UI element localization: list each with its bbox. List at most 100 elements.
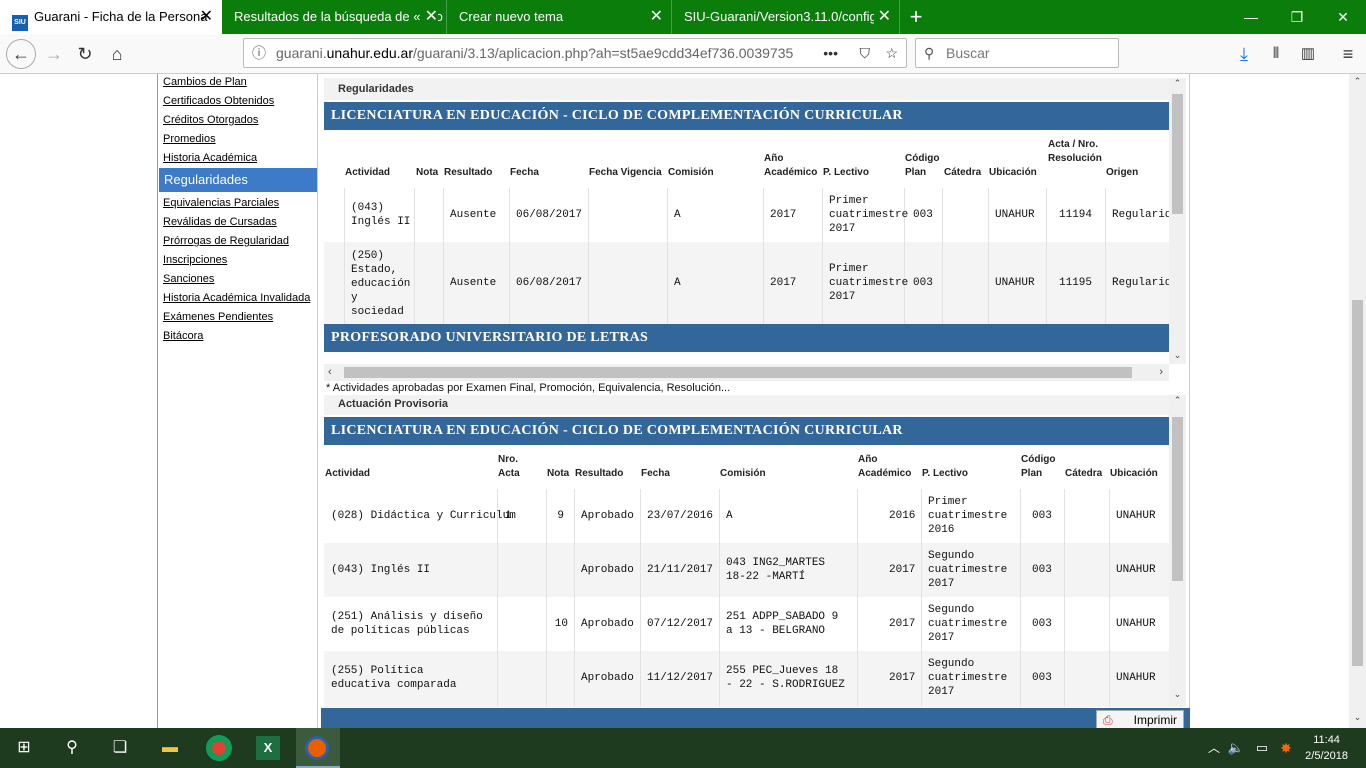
scrollbar-thumb[interactable] (1172, 417, 1183, 581)
scroll-up-icon[interactable]: ⌃ (1169, 395, 1186, 406)
tray-chevron-icon[interactable]: ︿ (1202, 736, 1226, 760)
cell-plan: 003 (1032, 672, 1052, 684)
reload-icon[interactable]: ↻ (71, 40, 99, 68)
cell-origen: Regularidad (1112, 277, 1169, 289)
volume-icon[interactable]: 🔈 (1224, 736, 1248, 760)
sidebar-item-creditos[interactable]: Créditos Otorgados (163, 114, 258, 126)
forward-arrow-icon[interactable]: → (40, 40, 68, 68)
cell-lectivo: Primer cuatrimestre 2017 (829, 263, 909, 303)
sidebar-item-revalidas[interactable]: Reválidas de Cursadas (163, 216, 277, 228)
excel-icon[interactable]: X (256, 736, 280, 760)
back-arrow-icon[interactable]: ← (6, 39, 36, 69)
network-icon[interactable]: ▭ (1250, 736, 1274, 760)
cell-anio: 2017 (889, 618, 916, 630)
regularidades-vscrollbar[interactable]: ⌃ ⌄ (1169, 78, 1186, 364)
col-catedra: Cátedra (1065, 468, 1103, 479)
print-button[interactable]: ⎙ Imprimir (1096, 710, 1184, 728)
col-resultado: Resultado (444, 167, 493, 178)
cell-lectivo: Segundo cuatrimestre 2017 (928, 550, 1008, 590)
page-actions-icon[interactable]: ••• (819, 39, 842, 67)
page-content: Cambios de Plan Certificados Obtenidos C… (0, 74, 1366, 728)
sidebar-item-historia[interactable]: Historia Académica (163, 152, 257, 164)
cell-fecha: 06/08/2017 (516, 209, 583, 221)
scroll-down-icon[interactable]: ⌄ (1169, 350, 1186, 361)
search-input[interactable]: ⚲ Buscar (915, 38, 1119, 68)
scroll-left-icon[interactable]: ‹ (328, 366, 332, 378)
col-origen: Origen (1106, 167, 1139, 178)
sidebar-item-equivalencias[interactable]: Equivalencias Parciales (163, 197, 279, 209)
window-close-icon[interactable]: ✕ (1320, 0, 1366, 34)
firefox-task[interactable] (296, 728, 340, 768)
provisoria-vscrollbar[interactable]: ⌃ ⌄ (1169, 395, 1186, 707)
sidebar-item-certificados[interactable]: Certificados Obtenidos (163, 95, 274, 107)
scroll-down-icon[interactable]: ⌄ (1349, 712, 1366, 723)
info-icon[interactable]: ⓘ (252, 39, 266, 67)
cell-plan: 003 (1032, 564, 1052, 576)
menu-icon[interactable]: ≡ (1334, 40, 1362, 68)
scroll-up-icon[interactable]: ⌃ (1349, 76, 1366, 87)
provisoria-table: LICENCIATURA EN EDUCACIÓN - CICLO DE COM… (324, 417, 1169, 707)
regularidades-table: LICENCIATURA EN EDUCACIÓN - CICLO DE COM… (324, 102, 1169, 364)
col-plan: Código Plan (905, 153, 940, 178)
clock[interactable]: 11:44 2/5/2018 (1305, 732, 1348, 764)
close-icon[interactable]: ✕ (650, 0, 663, 34)
scroll-up-icon[interactable]: ⌃ (1169, 78, 1186, 89)
sidebar-item-historia-invalidada[interactable]: Historia Académica Invalidada (163, 292, 310, 304)
library-icon[interactable]: ⫴ (1262, 40, 1290, 68)
cell-resultado: Aprobado (581, 672, 634, 684)
cell-anio: 2017 (889, 564, 916, 576)
close-icon[interactable]: ✕ (420, 0, 438, 34)
tab-label: Resultados de la búsqueda de « pro (234, 9, 443, 24)
cell-comision: A (726, 510, 733, 522)
clock-date: 2/5/2018 (1305, 750, 1348, 762)
sidebar-item-bitacora[interactable]: Bitácora (163, 330, 203, 342)
browser-nav-bar: ← → ↻ ⌂ ⓘ guarani.unahur.edu.ar/guarani/… (0, 34, 1366, 74)
bookmark-star-icon[interactable]: ☆ (885, 39, 898, 67)
sidebar-item-inscripciones[interactable]: Inscripciones (163, 254, 227, 266)
col-acta: Acta / Nro. Resolución (1048, 139, 1102, 164)
page-vscrollbar[interactable]: ⌃ ⌄ (1349, 74, 1366, 728)
chrome-icon[interactable] (206, 735, 232, 761)
tab-guarani-ficha[interactable]: SIU Guarani - Ficha de la Persona ✕ (0, 0, 222, 34)
table-row: (250) Estado, educación y sociedad Ausen… (324, 242, 1169, 324)
close-icon[interactable]: ✕ (200, 0, 213, 34)
url-prefix: guarani. (276, 45, 327, 61)
download-icon[interactable]: ⤓ (1230, 40, 1258, 68)
new-tab-icon[interactable]: + (902, 0, 930, 34)
taskbar: ⊞ ⚲ ❏ ▬ X ︿ 🔈 ▭ ✸ 11:44 2/5/2018 (0, 728, 1366, 768)
minimize-icon[interactable]: — (1228, 0, 1274, 34)
file-explorer-icon[interactable]: ▬ (158, 736, 182, 760)
sidebar-item-prorrogas[interactable]: Prórrogas de Regularidad (163, 235, 289, 247)
restore-icon[interactable]: ❐ (1274, 0, 1320, 34)
avast-icon[interactable]: ✸ (1274, 736, 1298, 760)
cell-plan: 003 (913, 277, 933, 289)
close-icon[interactable]: ✕ (873, 0, 891, 34)
sidebar-toggle-icon[interactable]: ▥ (1294, 40, 1322, 68)
cell-nota: 9 (557, 510, 564, 522)
sidebar-item-sanciones[interactable]: Sanciones (163, 273, 214, 285)
tab-crear-tema[interactable]: Crear nuevo tema ✕ (447, 0, 672, 34)
scrollbar-thumb[interactable] (1352, 300, 1363, 666)
scroll-down-icon[interactable]: ⌄ (1169, 689, 1186, 700)
sidebar-item-examenes[interactable]: Exámenes Pendientes (163, 311, 273, 323)
col-ubicacion: Ubicación (1110, 468, 1158, 479)
task-view-icon[interactable]: ❏ (108, 736, 132, 760)
col-anio: Año Académico (858, 454, 912, 479)
sidebar-item-cambios-plan[interactable]: Cambios de Plan (163, 76, 247, 88)
table-header-row: Actividad Nro. Acta Nota Resultado Fecha… (324, 445, 1169, 489)
regularidades-hscrollbar[interactable]: ‹ › (324, 364, 1169, 381)
home-icon[interactable]: ⌂ (103, 40, 131, 68)
tab-siu-version[interactable]: SIU-Guarani/Version3.11.0/configur ✕ (672, 0, 900, 34)
cell-resultado: Ausente (450, 209, 497, 221)
sidebar-item-regularidades[interactable]: Regularidades (159, 168, 317, 192)
scrollbar-thumb[interactable] (344, 367, 1132, 378)
sidebar-item-promedios[interactable]: Promedios (163, 133, 216, 145)
scrollbar-thumb[interactable] (1172, 94, 1183, 214)
pocket-icon[interactable]: ⛉ (859, 39, 870, 67)
search-icon[interactable]: ⚲ (60, 736, 84, 760)
url-bar[interactable]: ⓘ guarani.unahur.edu.ar/guarani/3.13/apl… (243, 38, 907, 68)
table-header-row: Actividad Nota Resultado Fecha Fecha Vig… (324, 130, 1169, 188)
scroll-right-icon[interactable]: › (1159, 366, 1163, 378)
windows-start-icon[interactable]: ⊞ (12, 736, 36, 760)
tab-resultados[interactable]: Resultados de la búsqueda de « pro ✕ (222, 0, 447, 34)
